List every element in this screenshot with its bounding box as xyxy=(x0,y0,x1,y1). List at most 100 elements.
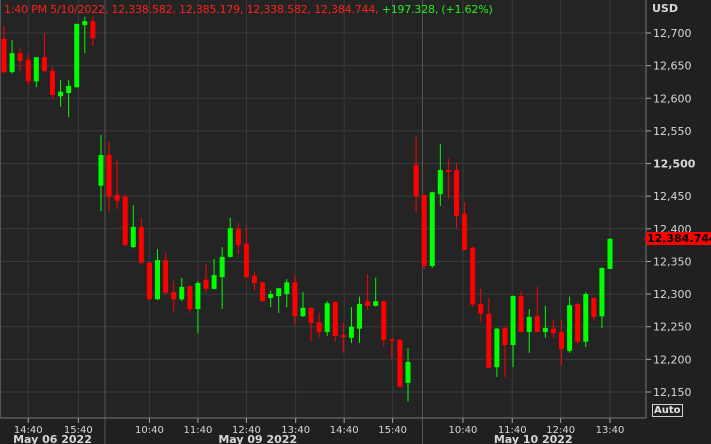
candle-body xyxy=(583,294,589,342)
candle-body xyxy=(235,228,241,246)
candle-body xyxy=(381,301,387,340)
candle xyxy=(397,339,403,388)
date-label: May 09 2022 xyxy=(218,433,297,444)
candle-body xyxy=(49,70,55,96)
candle-body xyxy=(340,335,346,338)
candle xyxy=(470,247,476,308)
candle xyxy=(429,191,435,268)
candle-body xyxy=(227,228,233,257)
candle-body xyxy=(219,256,225,278)
candle-body xyxy=(179,286,185,300)
candle-body xyxy=(478,303,484,314)
candle-body xyxy=(445,170,451,173)
candle-body xyxy=(284,282,290,295)
candle-body xyxy=(138,226,144,263)
candle xyxy=(74,23,80,88)
candle xyxy=(49,66,55,99)
candle-body xyxy=(550,328,556,334)
y-tick-label: 12,150 xyxy=(653,386,692,399)
candle xyxy=(122,194,128,246)
candle-body xyxy=(66,85,72,94)
candle-body xyxy=(486,313,492,368)
last-price-tag: 12,384.744 xyxy=(646,232,711,245)
candle-body xyxy=(260,282,266,302)
candle-body xyxy=(114,194,120,201)
candle-body xyxy=(9,53,15,73)
date-label: May 10 2022 xyxy=(494,433,573,444)
candle xyxy=(421,194,427,270)
candle-body xyxy=(437,170,443,195)
candle-body xyxy=(389,339,395,341)
ohlc-values: 1:40 PM 5/10/2022, 12,338.582, 12,385.17… xyxy=(4,3,382,16)
candle-body xyxy=(510,296,516,345)
candle xyxy=(260,281,266,302)
ohlc-readout: 1:40 PM 5/10/2022, 12,338.582, 12,385.17… xyxy=(4,3,493,16)
y-tick-label: 12,200 xyxy=(653,353,692,366)
x-tick-label: 14:40 xyxy=(330,425,359,436)
candle-body xyxy=(82,21,88,26)
y-tick-label: 12,700 xyxy=(653,27,692,40)
candle xyxy=(518,290,524,333)
candle-body xyxy=(195,282,201,310)
candle-body xyxy=(607,238,613,269)
candle-body xyxy=(33,57,39,82)
candle-body xyxy=(41,57,47,71)
currency-label: USD xyxy=(652,2,678,15)
candle-body xyxy=(470,247,476,305)
y-tick-label: 12,650 xyxy=(653,60,692,73)
candle-body xyxy=(526,316,532,332)
candle-body xyxy=(559,331,565,349)
y-tick-label: 12,500 xyxy=(653,158,696,171)
candle xyxy=(575,303,581,344)
x-tick-label: 10:40 xyxy=(135,425,164,436)
candle-body xyxy=(146,262,152,300)
candle-body xyxy=(542,328,548,332)
candle-body xyxy=(171,292,177,300)
candle-body xyxy=(74,23,80,88)
candle-body xyxy=(106,155,112,197)
candle-body xyxy=(462,213,468,250)
candle-body xyxy=(494,328,500,368)
candle xyxy=(187,285,193,314)
candlestick-chart: 12,15012,20012,25012,30012,35012,40012,4… xyxy=(0,0,696,444)
y-tick-label: 12,450 xyxy=(653,190,692,203)
candle-body xyxy=(187,286,193,310)
candle-body xyxy=(348,326,354,338)
x-tick-label: 15:40 xyxy=(378,425,407,436)
candle-body xyxy=(534,316,540,332)
auto-scale-button[interactable]: Auto xyxy=(652,404,683,417)
y-tick-label: 12,350 xyxy=(653,255,692,268)
candle-body xyxy=(421,194,427,267)
candle-body xyxy=(17,53,23,62)
candle-body xyxy=(268,294,274,298)
candle-body xyxy=(324,303,330,332)
candle-body xyxy=(163,260,169,293)
candle-body xyxy=(567,305,573,351)
candle-body xyxy=(413,164,419,197)
candle-body xyxy=(251,275,257,283)
candle-body xyxy=(405,361,411,383)
candle-body xyxy=(599,267,605,317)
candle-body xyxy=(276,288,282,297)
candle-body xyxy=(397,339,403,387)
price-change: +197.328, (+1.62%) xyxy=(381,3,493,16)
date-label: May 06 2022 xyxy=(13,433,92,444)
candle-body xyxy=(292,282,298,317)
plot-area xyxy=(0,0,646,418)
candle-body xyxy=(575,303,581,342)
candle-body xyxy=(453,170,459,216)
candle-body xyxy=(332,301,338,336)
candle-body xyxy=(365,301,371,306)
candle-body xyxy=(373,301,379,306)
candle-body xyxy=(1,38,7,73)
candle xyxy=(583,292,589,347)
candle xyxy=(607,238,613,269)
y-tick-label: 12,550 xyxy=(653,125,692,138)
candle-body xyxy=(203,279,209,289)
candle-body xyxy=(316,322,322,332)
candle-body xyxy=(518,296,524,332)
candle xyxy=(146,262,152,300)
candle-body xyxy=(58,91,64,97)
candle-body xyxy=(502,328,508,345)
x-tick-label: 10:40 xyxy=(449,425,478,436)
